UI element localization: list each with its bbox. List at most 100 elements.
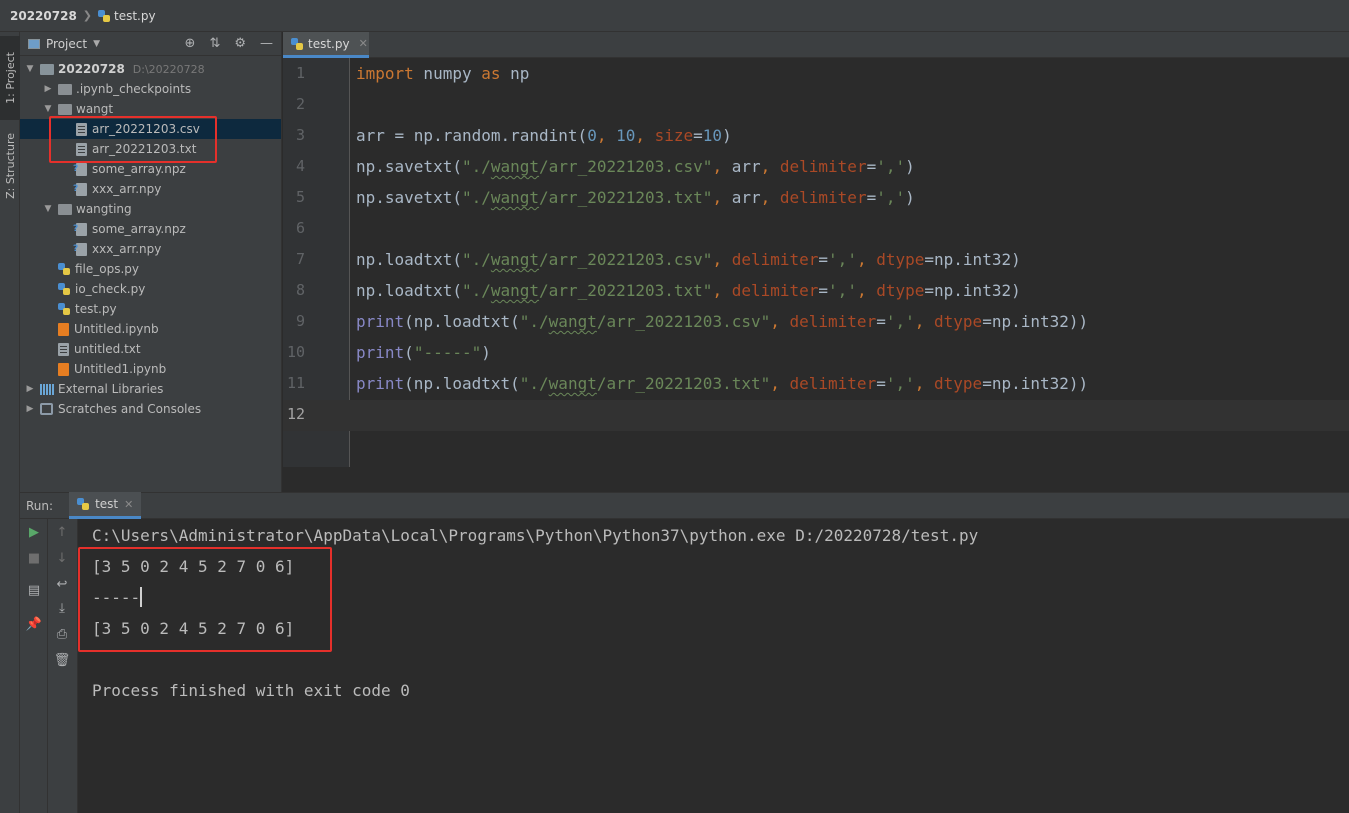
tree-item[interactable]: xxx_arr.npy (20, 239, 281, 259)
code-token: wangt (490, 188, 540, 207)
close-icon[interactable]: ✕ (359, 37, 368, 50)
code-token: /arr_20221203.csv" (539, 250, 713, 269)
chevron-right-icon[interactable]: ▶ (24, 384, 36, 394)
tool-window-project-tab[interactable]: 1: Project (0, 36, 20, 120)
tree-item[interactable]: untitled.txt (20, 339, 281, 359)
chevron-down-icon[interactable]: ▼ (42, 104, 54, 114)
chevron-down-icon[interactable]: ▼ (93, 39, 100, 49)
code-token: ',' (828, 281, 857, 300)
code-token: ) (481, 343, 491, 362)
hide-panel-icon[interactable]: — (260, 36, 273, 51)
layout-icon[interactable]: ▤ (20, 583, 48, 598)
pin-icon[interactable]: 📌 (20, 617, 48, 632)
soft-wrap-icon[interactable]: ↩ (48, 577, 76, 592)
print-icon[interactable]: ⎙ (48, 627, 76, 642)
tree-item[interactable]: test.py (20, 299, 281, 319)
code-line[interactable]: np.loadtxt("./wangt/arr_20221203.csv", d… (356, 244, 1021, 275)
code-token: delimiter (779, 188, 867, 207)
gear-icon[interactable]: ⚙ (234, 36, 246, 51)
tree-item[interactable]: Untitled.ipynb (20, 319, 281, 339)
tree-item[interactable]: arr_20221203.txt (20, 139, 281, 159)
code-token: delimiter (731, 250, 819, 269)
code-token: print (356, 343, 405, 362)
code-line[interactable]: print("-----") (356, 337, 491, 368)
tree-item[interactable]: ▼ wangting (20, 199, 281, 219)
code-token: ) (905, 188, 915, 207)
run-tab-test[interactable]: test ✕ (69, 492, 142, 519)
code-token: arr (731, 188, 761, 207)
arrow-up-icon[interactable]: ↑ (48, 525, 76, 540)
code-token: ) (722, 126, 732, 145)
code-line[interactable]: np.savetxt("./wangt/arr_20221203.csv", a… (356, 151, 915, 182)
folder-icon (58, 103, 72, 115)
code-token: ( (404, 343, 414, 362)
rerun-icon[interactable]: ▶ (20, 525, 48, 540)
arrow-down-icon[interactable]: ↓ (48, 551, 76, 566)
tree-item[interactable]: ▶ .ipynb_checkpoints (20, 79, 281, 99)
line-number: 11 (286, 374, 305, 392)
scroll-to-end-icon[interactable]: ⤓ (48, 601, 76, 616)
tool-window-structure-tab[interactable]: Z: Structure (0, 124, 20, 208)
tree-item[interactable]: ▶ Scratches and Consoles (20, 399, 281, 419)
run-toolbar-primary: ▶ ■ ▤ 📌 (20, 519, 48, 813)
breadcrumb-file[interactable]: test.py (114, 9, 156, 23)
code-token: 10 (616, 126, 636, 145)
unknown-file-icon (73, 162, 87, 176)
tree-item[interactable]: io_check.py (20, 279, 281, 299)
code-token: arr = np.random.randint( (356, 126, 588, 145)
unknown-file-icon (73, 182, 87, 196)
line-number: 6 (295, 219, 305, 237)
code-editor[interactable]: import numpy as np arr = np.random.randin… (350, 58, 1349, 467)
tree-item-label: Untitled.ipynb (74, 322, 159, 336)
tree-item[interactable]: ▼ 20220728 D:\20220728 (20, 59, 281, 79)
tree-item[interactable]: some_array.npz (20, 159, 281, 179)
collapse-all-icon[interactable]: ⇅ (209, 36, 220, 51)
chevron-right-icon[interactable]: ▶ (42, 84, 54, 94)
code-token: , (760, 188, 780, 207)
locate-file-icon[interactable]: ⊕ (185, 36, 196, 51)
chevron-down-icon[interactable]: ▼ (42, 204, 54, 214)
trash-icon[interactable]: 🗑 (48, 653, 76, 668)
tree-item[interactable]: file_ops.py (20, 259, 281, 279)
tree-item[interactable]: ▼ wangt (20, 99, 281, 119)
code-line[interactable]: np.savetxt("./wangt/arr_20221203.txt", a… (356, 182, 915, 213)
code-token: , (770, 374, 790, 393)
tree-item[interactable]: xxx_arr.npy (20, 179, 281, 199)
breadcrumb-project[interactable]: 20220728 (10, 9, 77, 23)
unknown-file-icon (73, 242, 87, 256)
editor-tab-test-py[interactable]: test.py ✕ (283, 32, 369, 58)
code-token: (np.loadtxt( (404, 374, 520, 393)
code-token: = (866, 157, 877, 176)
code-line[interactable]: np.loadtxt("./wangt/arr_20221203.txt", d… (356, 275, 1021, 306)
code-token: , (712, 281, 732, 300)
code-token: delimiter (789, 374, 877, 393)
tree-item[interactable]: arr_20221203.csv (20, 119, 281, 139)
project-view-selector[interactable]: Project (46, 37, 87, 51)
code-line[interactable]: arr = np.random.randint(0, 10, size=10) (356, 120, 732, 151)
code-line[interactable]: import numpy as np (356, 58, 529, 89)
run-console[interactable]: C:\Users\Administrator\AppData\Local\Pro… (78, 519, 1349, 813)
tree-item[interactable]: Untitled1.ipynb (20, 359, 281, 379)
tree-item[interactable]: some_array.npz (20, 219, 281, 239)
close-icon[interactable]: ✕ (124, 498, 133, 511)
text-caret (140, 587, 143, 607)
code-token: =np.int32) (924, 250, 1021, 269)
tree-item-label: untitled.txt (74, 342, 141, 356)
code-line[interactable]: print(np.loadtxt("./wangt/arr_20221203.t… (356, 368, 1088, 399)
python-file-icon (291, 37, 303, 50)
code-token: /arr_20221203.txt" (596, 374, 771, 393)
code-token: /arr_20221203.csv" (539, 157, 713, 176)
code-token: /arr_20221203.txt" (539, 281, 713, 300)
code-line[interactable]: print(np.loadtxt("./wangt/arr_20221203.c… (356, 306, 1088, 337)
tree-item[interactable]: ▶ External Libraries (20, 379, 281, 399)
code-token: ',' (828, 250, 857, 269)
code-token: ',' (885, 374, 915, 393)
stop-icon[interactable]: ■ (20, 551, 48, 566)
console-line: [3 5 0 2 4 5 2 7 0 6] (92, 557, 295, 576)
chevron-down-icon[interactable]: ▼ (24, 64, 36, 74)
code-token: "./ (519, 312, 549, 331)
line-number: 5 (295, 188, 305, 206)
tree-item-label: Scratches and Consoles (58, 402, 202, 416)
chevron-right-icon[interactable]: ▶ (24, 404, 36, 414)
code-token: dtype (934, 312, 983, 331)
